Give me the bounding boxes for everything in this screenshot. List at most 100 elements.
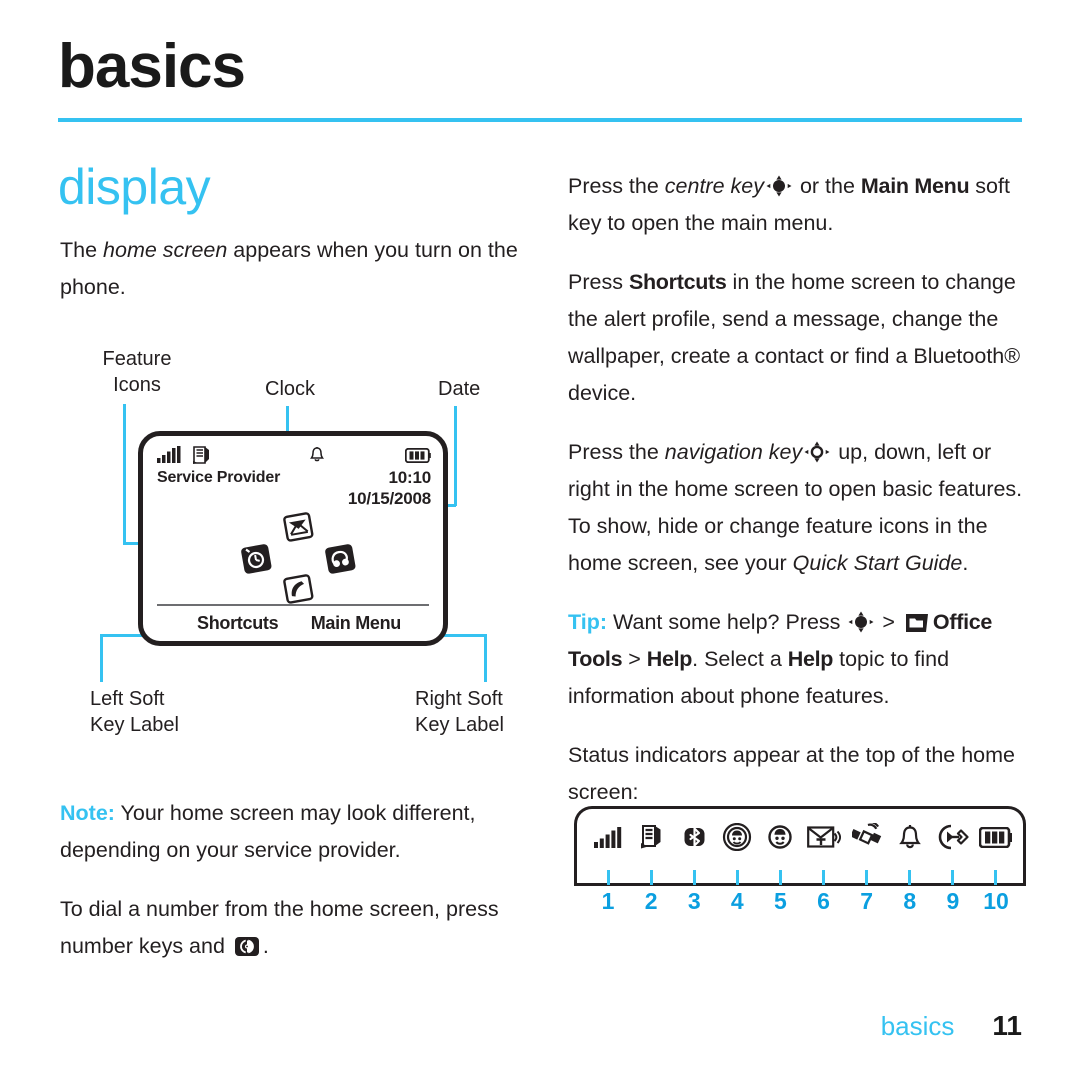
active-line-icon	[717, 823, 757, 851]
centre-key-italic: centre key	[664, 174, 764, 198]
bluetooth-icon	[674, 823, 714, 851]
phone-service-provider: Service Provider	[157, 469, 281, 486]
roaming-icon	[191, 445, 211, 470]
indicator-number: 5	[774, 888, 787, 914]
indicator-number: 6	[817, 888, 830, 914]
navigation-italic: navigation key	[664, 440, 803, 464]
tip-text-2: >	[876, 610, 901, 634]
indicator-tick	[847, 870, 887, 886]
phone-left-softkey-label: Shortcuts	[197, 613, 279, 633]
left-column: The home screen appears when you turn on…	[60, 232, 530, 328]
right-column: Press the centre key or the Main Menu so…	[568, 168, 1030, 811]
phone-status-bar	[157, 445, 431, 469]
indicator-tick-row	[582, 870, 1022, 886]
gps-satellite-icon	[847, 823, 887, 851]
indicator-number: 7	[860, 888, 874, 914]
phone-clock: 10:10	[388, 468, 432, 487]
footer-section-label: basics	[880, 1011, 955, 1041]
leader-line-left-soft-horizontal	[100, 634, 146, 637]
indicator-icon-row	[582, 814, 1022, 860]
indicator-number: 4	[730, 888, 744, 914]
roaming-icon	[631, 824, 671, 850]
help-bold-2: Help	[787, 647, 834, 671]
centre-key-icon	[766, 175, 792, 197]
indicator-tick	[933, 870, 973, 886]
phone-feature-icons	[239, 512, 359, 607]
office-tools-icon	[904, 612, 930, 633]
indicator-tick	[717, 870, 757, 886]
paragraph-shortcuts: Press Shortcuts in the home screen to ch…	[568, 264, 1030, 412]
phone-date: 10/15/2008	[347, 489, 431, 508]
left-column-lower: Note: Your home screen may look differen…	[60, 795, 540, 987]
navigation-text-1: Press the	[568, 440, 665, 464]
help-bold-1: Help	[646, 647, 693, 671]
indicator-number: 1	[601, 888, 615, 914]
callout-right-soft-key: Right Soft Key Label	[415, 688, 504, 736]
indicator-tick	[631, 870, 671, 886]
intro-italic: home screen	[103, 238, 228, 262]
main-menu-bold: Main Menu	[860, 174, 970, 198]
alert-bell-icon	[309, 446, 325, 469]
navigation-key-icon	[804, 441, 830, 463]
tip-text-1: Want some help? Press	[607, 610, 847, 634]
phone-softkey-divider	[157, 604, 429, 606]
alarm-clock-icon	[239, 544, 273, 581]
paragraph-note: Note: Your home screen may look differen…	[60, 795, 540, 869]
leader-line-right-soft-horizontal	[441, 634, 487, 637]
indicator-number: 9	[946, 888, 960, 914]
intro-prefix: The	[60, 238, 104, 262]
paragraph-dial: To dial a number from the home screen, p…	[60, 891, 540, 965]
page-footer: basics 11	[881, 1010, 1022, 1042]
contact-face-icon	[760, 823, 800, 851]
callout-left-soft-key: Left Soft Key Label	[90, 688, 179, 736]
shortcuts-text-1: Press	[568, 270, 629, 294]
leader-line-feature-icons-vertical	[123, 404, 126, 544]
signal-strength-icon	[588, 826, 628, 848]
battery-icon	[976, 826, 1016, 848]
battery-icon	[404, 447, 431, 468]
centre-key-icon	[848, 611, 874, 633]
paragraph-intro: The home screen appears when you turn on…	[60, 232, 530, 306]
indicator-tick	[674, 870, 714, 886]
dial-text-2: .	[262, 934, 269, 958]
tip-text-3: >	[622, 647, 647, 671]
navigation-text-3: .	[962, 551, 969, 575]
indicator-number: 2	[644, 888, 658, 914]
centre-key-text-2: or the	[793, 174, 861, 198]
paragraph-centre-key: Press the centre key or the Main Menu so…	[568, 168, 1030, 242]
indicator-tick	[804, 870, 844, 886]
callout-clock: Clock	[265, 378, 316, 400]
indicator-tick	[760, 870, 800, 886]
paragraph-tip: Tip: Want some help? Press > Office Tool…	[568, 604, 1030, 715]
phone-screen-illustration: Service Provider 10:10 10/15/2008 Shortc…	[138, 431, 448, 646]
indicator-number-row: 1 2 3 4 5 6 7 8 9 10	[582, 888, 1022, 915]
leader-line-right-soft-vertical	[484, 634, 487, 682]
title-divider	[58, 118, 1022, 122]
message-envelope-icon	[281, 512, 315, 549]
status-indicator-legend: 1 2 3 4 5 6 7 8 9 10	[568, 800, 1036, 930]
indicator-number: 8	[903, 888, 917, 914]
indicator-number: 3	[687, 888, 701, 914]
indicator-number: 10	[983, 888, 1009, 914]
text-message-icon	[804, 825, 844, 849]
section-title: display	[58, 159, 211, 215]
call-forward-icon	[933, 824, 973, 850]
indicator-tick	[890, 870, 930, 886]
page-title: basics	[58, 32, 246, 101]
callout-date: Date	[438, 378, 481, 400]
shortcuts-bold: Shortcuts	[628, 270, 727, 294]
paragraph-navigation: Press the navigation key up, down, left …	[568, 434, 1030, 582]
home-screen-diagram: Feature Icons Clock Date Left Soft Key L…	[60, 346, 530, 746]
quick-start-guide-italic: Quick Start Guide	[792, 551, 963, 575]
tip-label: Tip:	[568, 610, 608, 634]
note-text: Your home screen may look different, dep…	[60, 801, 476, 862]
signal-strength-icon	[157, 446, 181, 468]
leader-line-date-vertical	[454, 406, 457, 506]
tip-text-4: . Select a	[692, 647, 788, 671]
phone-right-softkey-label: Main Menu	[310, 613, 402, 633]
alert-bell-icon	[890, 824, 930, 851]
leader-line-left-soft-vertical	[100, 634, 103, 682]
note-label: Note:	[60, 801, 115, 825]
dial-text-1: To dial a number from the home screen, p…	[60, 897, 499, 958]
footer-page-number: 11	[992, 1010, 1022, 1041]
